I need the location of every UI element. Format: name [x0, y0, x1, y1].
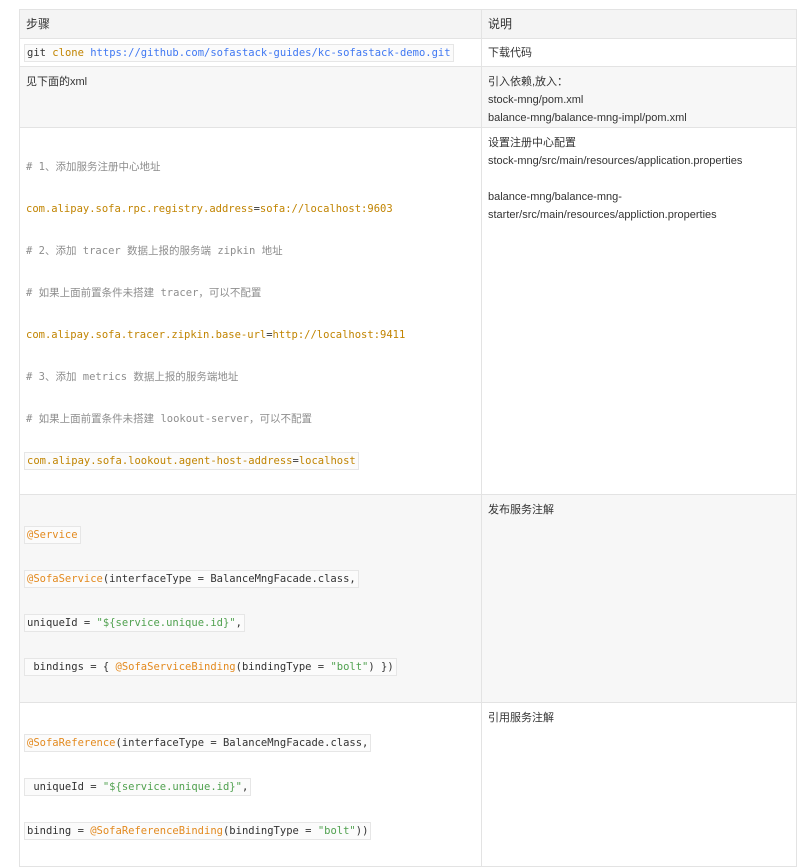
git-clone-command: git clone https://github.com/sofastack-g… — [24, 39, 475, 62]
step-cell: git clone https://github.com/sofastack-g… — [19, 38, 482, 67]
description-cell: 引入依赖,放入： stock-mng/pom.xml balance-mng/b… — [481, 66, 797, 128]
step-cell: @SofaReference(interfaceType = BalanceMn… — [19, 702, 482, 867]
step-cell: # 1、添加服务注册中心地址 com.alipay.sofa.rpc.regis… — [19, 127, 482, 495]
table-row: # 1、添加服务注册中心地址 com.alipay.sofa.rpc.regis… — [19, 127, 797, 495]
repo-url: https://github.com/sofastack-guides/kc-s… — [90, 47, 451, 59]
description-cell: 下载代码 — [481, 38, 797, 67]
table-row: @SofaReference(interfaceType = BalanceMn… — [19, 702, 797, 867]
header-description: 说明 — [481, 9, 797, 39]
table-row: @Service @SofaService(interfaceType = Ba… — [19, 494, 797, 703]
table-row: 见下面的xml 引入依赖,放入： stock-mng/pom.xml balan… — [19, 66, 797, 128]
properties-code: # 1、添加服务注册中心地址 com.alipay.sofa.rpc.regis… — [24, 128, 475, 494]
table-row: git clone https://github.com/sofastack-g… — [19, 38, 797, 67]
steps-table: 步骤 说明 git clone https://github.com/sofas… — [19, 9, 797, 867]
description-cell: 设置注册中心配置 stock-mng/src/main/resources/ap… — [481, 127, 797, 495]
service-annotation-code: @Service @SofaService(interfaceType = Ba… — [24, 495, 475, 702]
reference-annotation-code: @SofaReference(interfaceType = BalanceMn… — [24, 703, 475, 866]
step-cell: @Service @SofaService(interfaceType = Ba… — [19, 494, 482, 703]
header-step: 步骤 — [19, 9, 482, 39]
description-cell: 引用服务注解 — [481, 702, 797, 867]
table-header-row: 步骤 说明 — [19, 9, 797, 39]
step-cell: 见下面的xml — [19, 66, 482, 128]
description-cell: 发布服务注解 — [481, 494, 797, 703]
